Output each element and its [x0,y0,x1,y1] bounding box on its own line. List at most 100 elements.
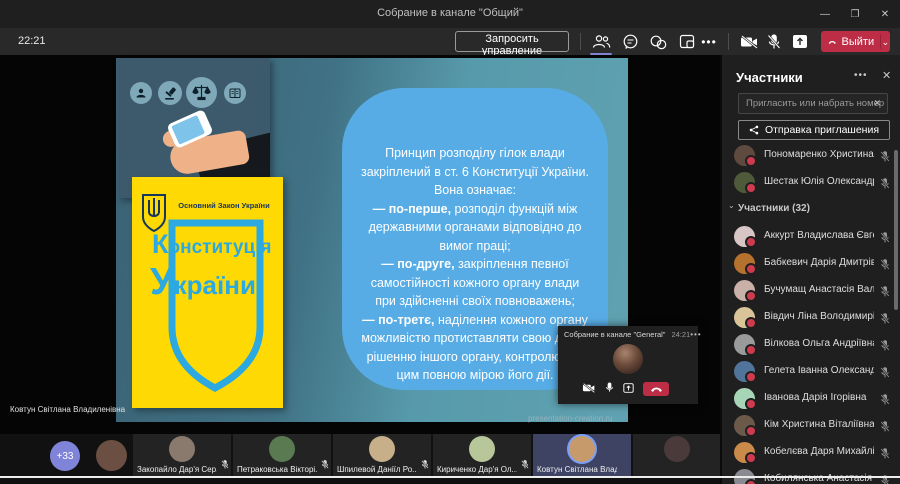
participant-name: Бабкевич Дарія Дмитрівна [764,257,874,268]
video-tile-active-speaker[interactable]: Ковтун Світлана Владисле... [533,434,631,477]
request-control-button[interactable]: Запросить управление [455,31,569,57]
pip-controls [582,380,669,398]
participants-toggle-icon[interactable] [589,31,613,55]
pip-mic-icon[interactable] [605,380,614,398]
participant-row[interactable]: Бучумащ Анастасія Валеріївна [722,277,900,304]
toolbar-divider [580,33,581,50]
participant-row[interactable]: Аккурт Владислава Євгенівна [722,223,900,250]
leave-button[interactable]: Выйти ⌄ [821,31,890,52]
participant-row[interactable]: Бабкевич Дарія Дмитрівна [722,250,900,277]
filmstrip-avatar[interactable] [96,440,127,471]
pip-more-icon[interactable]: ••• [690,330,701,339]
avatar [569,436,595,462]
overflow-count-badge[interactable]: +33 [50,441,80,471]
tile-name: Закопайло Дар'я Сер... [137,465,217,474]
chat-icon[interactable] [618,31,642,52]
mic-off-icon [421,456,429,474]
clear-search-icon[interactable]: ✕ [873,98,881,109]
mic-off-icon [880,446,890,464]
slide-watermark: presentation-creation.ru [528,414,613,423]
participant-row[interactable]: Шестак Юлія Олександрівна [722,169,900,196]
pip-call-window[interactable]: Собрание в канале "General" 24:21 ••• [558,326,701,404]
mic-off-icon [521,456,529,474]
video-tile[interactable]: Петраковська Вікторі... [233,434,331,477]
book-subtitle: Основний Закон України [178,201,270,210]
video-tile[interactable]: Шпилевой Даніїл Ро... [333,434,431,477]
video-tile[interactable] [633,434,720,477]
participant-row[interactable]: Кобилянська Анастасія Миха... [722,466,900,484]
avatar [369,436,395,462]
participant-row[interactable]: Гелета Іванна Олександрівна [722,358,900,385]
tile-name: Шпилевой Даніїл Ро... [337,465,417,474]
participants-filmstrip: +33 Закопайло Дар'я Сер... Петраковська … [0,434,720,477]
pip-header: Собрание в канале "General" 24:21 ••• [564,330,701,339]
panel-scrollbar[interactable] [894,150,898,310]
person-icon [130,82,152,104]
mic-off-icon [880,365,890,383]
participant-row[interactable]: Вілкова Ольга Андріївна [722,331,900,358]
participant-row[interactable]: Кім Христина Віталіївна [722,412,900,439]
avatar [734,442,757,464]
mic-off-icon [880,176,890,194]
mic-off-icon [880,257,890,275]
video-tile[interactable]: Кириченко Дар'я Ол... [433,434,531,477]
tile-name: Ковтун Світлана Владисле... [537,465,617,474]
restore-icon[interactable]: ❐ [840,0,870,28]
leave-label: Выйти [841,35,875,48]
breakout-rooms-icon[interactable] [675,31,699,52]
camera-off-icon[interactable] [737,31,761,52]
share-invite-icon [749,125,759,135]
more-options-icon[interactable]: ••• [697,31,721,52]
panel-more-icon[interactable]: ••• [854,70,868,81]
mic-off-icon [880,473,890,484]
participant-row[interactable]: Пономаренко Христина Оле... [722,142,900,169]
bottom-edge [0,478,720,484]
leave-chevron-icon[interactable]: ⌄ [881,37,890,47]
participant-name: Кобилянська Анастасія Миха... [764,473,874,484]
mic-off-icon [880,392,890,410]
teams-meeting-window: Собрание в канале "Общий" — ❐ ✕ 22:21 За… [0,0,900,484]
mic-off-icon [221,456,229,474]
participants-section-header[interactable]: ⌄ Участники (32) [722,196,900,223]
gavel-icon [158,81,182,105]
tryzub-emblem-icon [142,194,166,233]
invite-search-input[interactable]: Пригласить или набрать номер ✕ [738,93,888,114]
avatar [734,307,757,329]
mic-off-icon [321,456,329,474]
send-invite-button[interactable]: Отправка приглашения [738,120,890,140]
mic-off-icon [880,284,890,302]
mic-off-icon [880,419,890,437]
participant-row[interactable]: Кобелєва Даря Михайлівна [722,439,900,466]
video-tile[interactable]: Закопайло Дар'я Сер... [133,434,231,477]
avatar [269,436,295,462]
minimize-icon[interactable]: — [810,0,840,28]
reactions-icon[interactable] [646,31,670,52]
window-title: Собрание в канале "Общий" [377,7,523,19]
toolbar-divider [728,33,729,50]
law-book-icon [224,82,246,104]
close-icon[interactable]: ✕ [870,0,900,28]
share-screen-icon[interactable] [788,31,812,52]
screen-share-stage: Основний Закон України Конституція Украї… [0,55,720,434]
pip-camera-off-icon[interactable] [582,380,596,398]
avatar [734,361,757,383]
participant-row[interactable]: Іванова Дарія Ігорівна [722,385,900,412]
avatar [734,145,757,167]
participant-name: Кім Христина Віталіївна [764,419,874,430]
pip-share-icon[interactable] [623,380,634,398]
participant-name: Бучумащ Анастасія Валеріївна [764,284,874,295]
meeting-timer: 22:21 [18,35,46,47]
collapse-chevron-icon: ⌄ [728,201,735,210]
pip-hangup-button[interactable] [643,382,669,396]
mic-off-icon[interactable] [762,31,786,52]
avatar [734,226,757,248]
section-label: Участники (32) [738,203,810,214]
panel-title: Участники [736,70,803,85]
book-title-line2: України [150,261,256,303]
participant-row[interactable]: Вівдич Ліна Володимирівна [722,304,900,331]
participant-name: Кобелєва Даря Михайлівна [764,446,874,457]
presentation-slide: Основний Закон України Конституція Украї… [116,58,628,423]
book-title-line1: Конституція [152,229,272,259]
participant-name: Гелета Іванна Олександрівна [764,365,874,376]
panel-close-icon[interactable]: ✕ [882,69,891,82]
